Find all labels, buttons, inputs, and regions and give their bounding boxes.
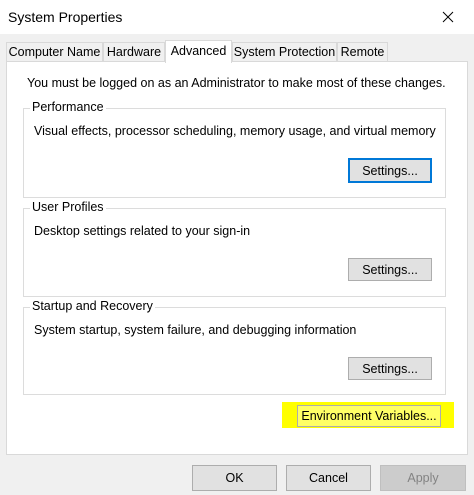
startup-recovery-group: Startup and Recovery System startup, sys… — [23, 299, 446, 395]
environment-variables-button[interactable]: Environment Variables... — [297, 405, 441, 427]
user-profiles-group-title: User Profiles — [30, 200, 106, 214]
performance-description: Visual effects, processor scheduling, me… — [34, 124, 436, 138]
performance-settings-button[interactable]: Settings... — [348, 158, 432, 183]
startup-recovery-group-title: Startup and Recovery — [30, 299, 155, 313]
cancel-button[interactable]: Cancel — [286, 465, 371, 491]
tab-hardware[interactable]: Hardware — [103, 42, 165, 61]
user-profiles-description: Desktop settings related to your sign-in — [34, 224, 251, 238]
performance-group: Performance Visual effects, processor sc… — [23, 100, 446, 198]
close-icon — [442, 11, 454, 23]
advanced-tab-panel: You must be logged on as an Administrato… — [6, 61, 468, 455]
user-profiles-settings-button[interactable]: Settings... — [348, 258, 432, 281]
ok-button[interactable]: OK — [192, 465, 277, 491]
title-bar: System Properties — [0, 0, 474, 34]
startup-recovery-settings-button[interactable]: Settings... — [348, 357, 432, 380]
admin-message: You must be logged on as an Administrato… — [27, 76, 446, 90]
tab-remote[interactable]: Remote — [337, 42, 388, 61]
tab-computer-name[interactable]: Computer Name — [6, 42, 103, 61]
user-profiles-group: User Profiles Desktop settings related t… — [23, 200, 446, 297]
window-title: System Properties — [8, 9, 123, 25]
tab-system-protection[interactable]: System Protection — [232, 42, 337, 61]
startup-recovery-description: System startup, system failure, and debu… — [34, 323, 357, 337]
apply-button[interactable]: Apply — [380, 465, 466, 491]
close-button[interactable] — [422, 0, 474, 34]
performance-group-title: Performance — [30, 100, 106, 114]
tab-advanced[interactable]: Advanced — [165, 40, 232, 63]
